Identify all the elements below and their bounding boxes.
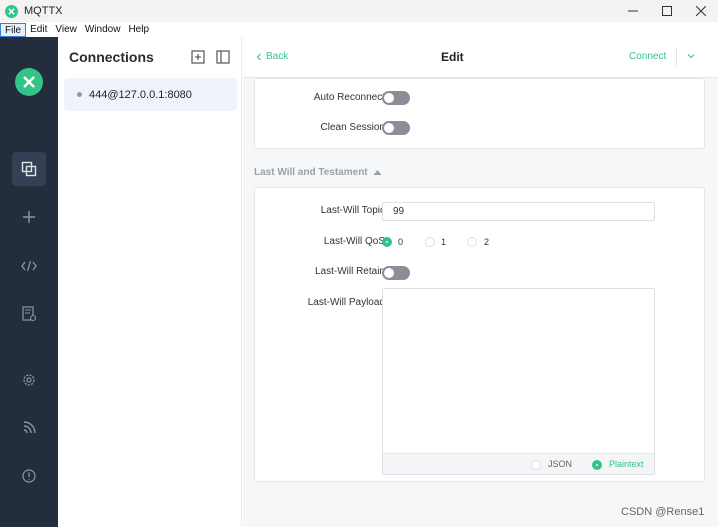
chevron-left-icon (256, 53, 261, 60)
connections-panel: Connections 444@127.0.0.1:8080 (58, 37, 242, 527)
edit-view: Back Edit Connect Auto Reconnect Clean S… (243, 37, 718, 527)
sidebar-layout-icon (216, 50, 230, 64)
nav-about[interactable] (12, 459, 46, 493)
info-icon (22, 469, 36, 483)
format-json-label: JSON (548, 459, 573, 469)
qos-0-radio[interactable] (382, 237, 392, 247)
menu-window[interactable]: Window (81, 23, 125, 37)
advanced-settings-card: Auto Reconnect Clean Session (254, 78, 705, 149)
qos-2-label: 2 (484, 237, 490, 247)
plus-icon (23, 211, 35, 223)
nav-log[interactable] (12, 297, 46, 331)
lwt-retain-label: Last-Will Retain (314, 266, 385, 277)
code-icon (21, 260, 37, 272)
nav-script[interactable] (12, 249, 46, 283)
connect-button[interactable]: Connect (629, 51, 666, 62)
lwt-section-header[interactable]: Last Will and Testament (254, 167, 382, 178)
clean-session-toggle[interactable] (382, 121, 410, 135)
toggle-panel-button[interactable] (216, 50, 230, 64)
menu-file[interactable]: File (0, 22, 27, 37)
minimize-icon (628, 10, 638, 12)
lwt-section-title: Last Will and Testament (254, 167, 368, 178)
connections-title: Connections (69, 49, 154, 65)
qos-1-label: 1 (441, 237, 447, 247)
auto-reconnect-label: Auto Reconnect (313, 92, 385, 103)
maximize-icon (662, 6, 672, 16)
chevron-down-icon[interactable] (686, 51, 696, 61)
nav-settings[interactable] (12, 363, 46, 397)
lwt-card: Last-Will Topic 99 Last-Will QoS 0 1 2 L… (254, 187, 705, 482)
menu-edit[interactable]: Edit (26, 23, 51, 37)
feed-icon (23, 420, 36, 433)
lwt-payload-label: Last-Will Payload (307, 297, 385, 308)
window-title: MQTTX (24, 5, 63, 17)
connect-divider (676, 47, 677, 67)
minimize-button[interactable] (616, 0, 650, 22)
qos-0-label: 0 (398, 237, 404, 247)
format-plaintext-label: Plaintext (609, 459, 644, 469)
menu-bar: File Edit View Window Help (0, 22, 718, 37)
auto-reconnect-toggle[interactable] (382, 91, 410, 105)
clean-session-label: Clean Session (320, 122, 385, 133)
mqttx-logo-icon (15, 68, 43, 96)
title-bar: MQTTX (0, 0, 718, 22)
log-icon (22, 306, 36, 322)
lwt-payload-editor[interactable]: JSON Plaintext (382, 288, 655, 475)
page-title: Edit (441, 50, 464, 64)
settings-icon (23, 374, 35, 386)
qos-2-radio[interactable] (467, 237, 477, 247)
caret-up-icon (373, 170, 382, 175)
format-plaintext-radio[interactable] (592, 460, 602, 470)
watermark: CSDN @Rense1 (621, 506, 705, 518)
close-button[interactable] (684, 0, 718, 22)
lwt-retain-toggle[interactable] (382, 266, 410, 280)
menu-view[interactable]: View (51, 23, 81, 37)
connection-item[interactable]: 444@127.0.0.1:8080 (64, 78, 237, 111)
left-nav-bar (0, 37, 58, 527)
mqttx-app-icon (5, 4, 18, 18)
payload-format-bar: JSON Plaintext (383, 453, 654, 474)
add-square-icon (191, 50, 205, 64)
lwt-topic-label: Last-Will Topic (320, 205, 385, 216)
edit-header: Back Edit Connect (243, 37, 718, 78)
nav-feed[interactable] (12, 410, 46, 444)
connection-status-dot (77, 92, 82, 97)
format-json-radio[interactable] (531, 460, 541, 470)
back-button[interactable]: Back (255, 51, 288, 62)
back-label: Back (266, 51, 289, 62)
lwt-topic-input[interactable]: 99 (382, 202, 655, 221)
new-group-button[interactable] (191, 50, 205, 64)
menu-help[interactable]: Help (124, 23, 153, 37)
lwt-qos-label: Last-Will QoS (323, 236, 385, 247)
nav-connections[interactable] (12, 152, 46, 186)
connections-icon (21, 161, 37, 177)
connection-label: 444@127.0.0.1:8080 (89, 88, 192, 101)
nav-new-connection[interactable] (12, 200, 46, 234)
maximize-button[interactable] (650, 0, 684, 22)
close-icon (696, 6, 706, 16)
qos-1-radio[interactable] (425, 237, 435, 247)
